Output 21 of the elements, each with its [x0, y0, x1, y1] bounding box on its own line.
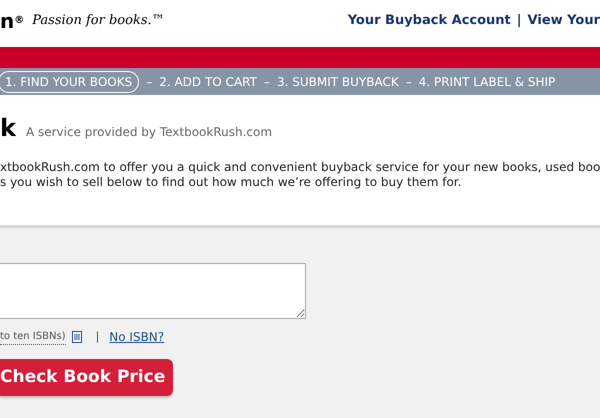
no-isbn-link[interactable]: No ISBN?: [109, 328, 164, 346]
check-price-button[interactable]: Check Book Price: [0, 359, 174, 396]
step-tab[interactable]: 2. ADD TO CART: [159, 72, 257, 90]
step-tab[interactable]: 4. PRINT LABEL & SHIP: [418, 72, 556, 90]
separator: |: [516, 12, 522, 30]
step-tab[interactable]: 3. SUBMIT BUYBACK: [276, 72, 399, 90]
separator: |: [96, 328, 100, 345]
isbn-field[interactable]: [0, 263, 306, 319]
intro-text: xtbookRush.com to offer you a quick and convenient buyback service for your new books, used boo s you wish to sell below to find out how much we’re offering to buy them for.: [0, 160, 600, 190]
account-link[interactable]: Your Buyback Account: [348, 11, 511, 31]
document-icon[interactable]: [72, 331, 82, 343]
page-title: k: [0, 113, 16, 144]
view-link[interactable]: View Your: [528, 11, 600, 31]
step-separator: –: [264, 74, 270, 90]
step-separator: –: [146, 74, 152, 90]
step-separator: –: [406, 74, 412, 90]
subtitle: A service provided by TextbookRush.com: [26, 124, 272, 141]
step-tab[interactable]: 1. FIND YOUR BOOKS: [0, 70, 140, 92]
logo: n$^{®}$: [0, 11, 24, 31]
tagline: Passion for books.™: [32, 12, 165, 30]
isbn-hint: to ten ISBNs): [0, 329, 66, 345]
